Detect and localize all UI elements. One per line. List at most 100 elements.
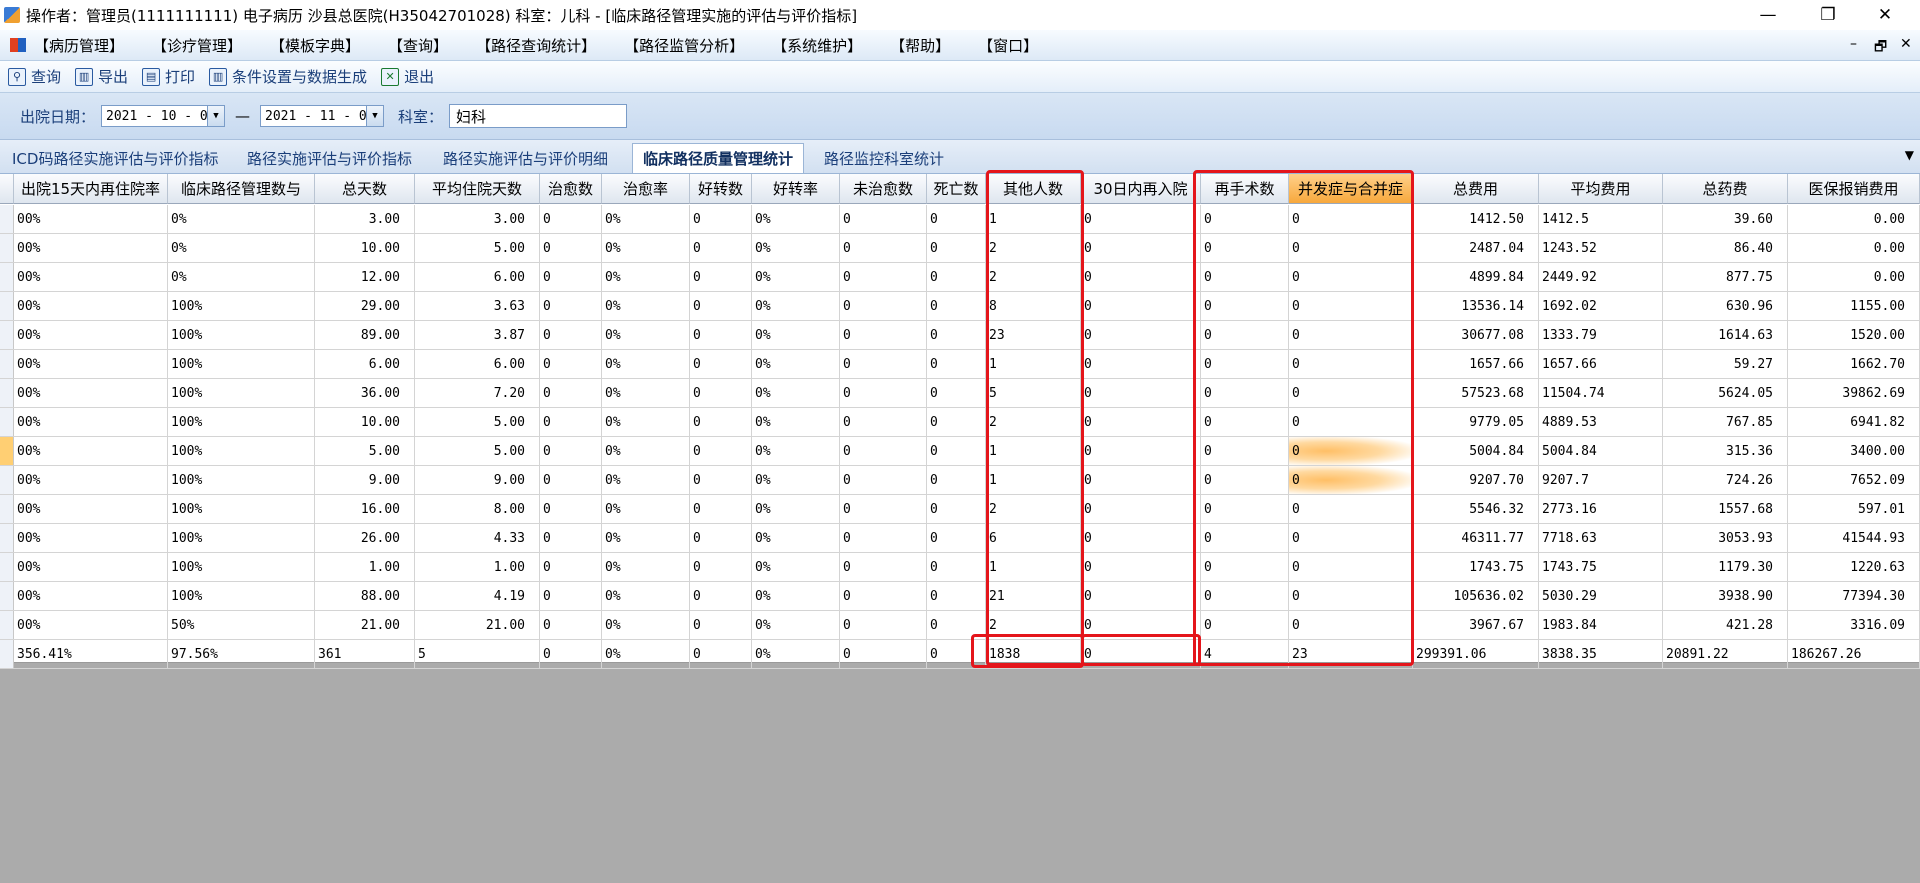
cell-death-count[interactable]: 0	[927, 350, 986, 378]
cell-total-cost[interactable]: 105636.02	[1413, 582, 1539, 610]
cell-readmission-15d-rate[interactable]: 00%	[14, 379, 168, 407]
cell-improve-rate[interactable]: 0%	[752, 582, 840, 610]
column-header-path-management-count[interactable]: 临床路径管理数与	[168, 174, 315, 204]
cell-complication-count[interactable]: 0	[1289, 234, 1413, 262]
cell-improve-rate[interactable]: 0%	[752, 321, 840, 349]
cell-reoperation-count[interactable]: 4	[1201, 640, 1289, 668]
tab-path-evaluation-detail[interactable]: 路径实施评估与评价明细	[433, 144, 618, 172]
cell-drug-cost[interactable]: 20891.22	[1663, 640, 1788, 668]
menu-item-treatment[interactable]: 【诊疗管理】	[152, 35, 242, 56]
cell-drug-cost[interactable]: 1614.63	[1663, 321, 1788, 349]
tab-list-dropdown-icon[interactable]: ▼	[1905, 148, 1914, 162]
cell-drug-cost[interactable]: 1179.30	[1663, 553, 1788, 581]
cell-death-count[interactable]: 0	[927, 379, 986, 407]
cell-complication-count[interactable]: 0	[1289, 321, 1413, 349]
cell-drug-cost[interactable]: 767.85	[1663, 408, 1788, 436]
cell-path-management-count[interactable]: 0%	[168, 263, 315, 291]
cell-cure-count[interactable]: 0	[540, 437, 602, 465]
cell-path-management-count[interactable]: 50%	[168, 611, 315, 639]
column-header-cure-count[interactable]: 治愈数	[540, 174, 602, 204]
column-header-readmission-15d-rate[interactable]: 出院15天内再住院率	[14, 174, 168, 204]
cell-readmission-15d-rate[interactable]: 00%	[14, 437, 168, 465]
cell-complication-count[interactable]: 0	[1289, 611, 1413, 639]
table-row[interactable]: 00% 100% 29.00 3.63 0 0% 0 0% 0 0 8 0 0 0 13536.14 1692…	[0, 292, 1920, 321]
cell-total-days[interactable]: 1.00	[315, 553, 415, 581]
cell-reoperation-count[interactable]: 0	[1201, 379, 1289, 407]
cell-avg-stay-days[interactable]: 5.00	[415, 234, 540, 262]
cell-total-cost[interactable]: 5546.32	[1413, 495, 1539, 523]
cell-other-count[interactable]: 5	[986, 379, 1081, 407]
cell-improve-count[interactable]: 0	[690, 524, 752, 552]
cell-cure-rate[interactable]: 0%	[602, 205, 690, 233]
cell-readmission-15d-rate[interactable]: 00%	[14, 408, 168, 436]
row-selector[interactable]	[0, 582, 14, 610]
cell-cure-rate[interactable]: 0%	[602, 640, 690, 668]
cell-improve-count[interactable]: 0	[690, 582, 752, 610]
cell-uncured-count[interactable]: 0	[840, 553, 927, 581]
cell-path-management-count[interactable]: 100%	[168, 553, 315, 581]
cell-other-count[interactable]: 8	[986, 292, 1081, 320]
cell-reoperation-count[interactable]: 0	[1201, 582, 1289, 610]
cell-cure-count[interactable]: 0	[540, 553, 602, 581]
date-to-dropdown-icon[interactable]: ▼	[366, 106, 384, 126]
cell-total-days[interactable]: 3.00	[315, 205, 415, 233]
cell-death-count[interactable]: 0	[927, 611, 986, 639]
cell-other-count[interactable]: 21	[986, 582, 1081, 610]
cell-uncured-count[interactable]: 0	[840, 234, 927, 262]
cell-cure-count[interactable]: 0	[540, 292, 602, 320]
tab-quality-management-stats[interactable]: 临床路径质量管理统计	[632, 143, 805, 173]
cell-complication-count[interactable]: 0	[1289, 263, 1413, 291]
cell-other-count[interactable]: 1	[986, 437, 1081, 465]
cell-other-count[interactable]: 1	[986, 553, 1081, 581]
cell-total-days[interactable]: 21.00	[315, 611, 415, 639]
cell-complication-count[interactable]: 0	[1289, 350, 1413, 378]
tab-path-monitor-dept-stats[interactable]: 路径监控科室统计	[814, 144, 954, 172]
cell-total-days[interactable]: 12.00	[315, 263, 415, 291]
cell-avg-stay-days[interactable]: 8.00	[415, 495, 540, 523]
cell-readmission-15d-rate[interactable]: 00%	[14, 553, 168, 581]
cell-cure-count[interactable]: 0	[540, 640, 602, 668]
cell-avg-cost[interactable]: 5030.29	[1539, 582, 1663, 610]
cell-readmission-30d[interactable]: 0	[1081, 437, 1201, 465]
cell-total-days[interactable]: 10.00	[315, 234, 415, 262]
cell-improve-rate[interactable]: 0%	[752, 292, 840, 320]
cell-improve-count[interactable]: 0	[690, 292, 752, 320]
cell-uncured-count[interactable]: 0	[840, 292, 927, 320]
table-total-row[interactable]: 356.41% 97.56% 361 5 0 0% 0 0% 0 0 1838 0 4 23 299391.…	[0, 640, 1920, 669]
cell-total-cost[interactable]: 30677.08	[1413, 321, 1539, 349]
cell-drug-cost[interactable]: 315.36	[1663, 437, 1788, 465]
menu-item-record[interactable]: 【病历管理】	[34, 35, 124, 56]
menu-item-query[interactable]: 【查询】	[388, 35, 448, 56]
cell-readmission-30d[interactable]: 0	[1081, 379, 1201, 407]
cell-insurance-cost[interactable]: 186267.26	[1788, 640, 1920, 668]
table-row[interactable]: 00% 100% 9.00 9.00 0 0% 0 0% 0 0 1 0 0 0 9207.70 9207.7…	[0, 466, 1920, 495]
cell-uncured-count[interactable]: 0	[840, 205, 927, 233]
cell-avg-cost[interactable]: 7718.63	[1539, 524, 1663, 552]
cell-avg-cost[interactable]: 1243.52	[1539, 234, 1663, 262]
cell-drug-cost[interactable]: 1557.68	[1663, 495, 1788, 523]
cell-cure-count[interactable]: 0	[540, 263, 602, 291]
cell-path-management-count[interactable]: 97.56%	[168, 640, 315, 668]
cell-avg-stay-days[interactable]: 4.19	[415, 582, 540, 610]
column-header-avg-cost[interactable]: 平均费用	[1539, 174, 1663, 204]
cell-cure-count[interactable]: 0	[540, 524, 602, 552]
query-button[interactable]: ⚲ 查询	[8, 66, 61, 87]
cell-avg-cost[interactable]: 1333.79	[1539, 321, 1663, 349]
cell-total-days[interactable]: 88.00	[315, 582, 415, 610]
cell-drug-cost[interactable]: 39.60	[1663, 205, 1788, 233]
cell-drug-cost[interactable]: 86.40	[1663, 234, 1788, 262]
row-selector[interactable]	[0, 524, 14, 552]
cell-cure-rate[interactable]: 0%	[602, 379, 690, 407]
cell-cure-count[interactable]: 0	[540, 379, 602, 407]
cell-cure-rate[interactable]: 0%	[602, 234, 690, 262]
cell-improve-count[interactable]: 0	[690, 408, 752, 436]
tab-icd-path-evaluation[interactable]: ICD码路径实施评估与评价指标	[2, 144, 228, 172]
cell-insurance-cost[interactable]: 3316.09	[1788, 611, 1920, 639]
cell-reoperation-count[interactable]: 0	[1201, 524, 1289, 552]
cell-drug-cost[interactable]: 3938.90	[1663, 582, 1788, 610]
cell-reoperation-count[interactable]: 0	[1201, 437, 1289, 465]
cell-improve-count[interactable]: 0	[690, 611, 752, 639]
column-header-other-count[interactable]: 其他人数	[986, 174, 1081, 204]
cell-death-count[interactable]: 0	[927, 234, 986, 262]
cell-avg-stay-days[interactable]: 7.20	[415, 379, 540, 407]
